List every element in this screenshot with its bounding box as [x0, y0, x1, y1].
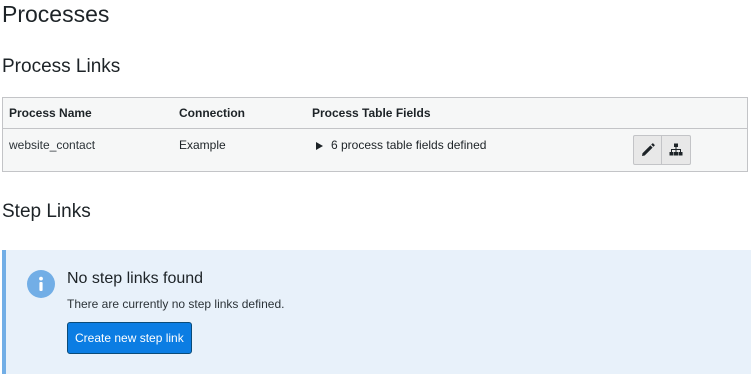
page-title: Processes — [2, 1, 110, 27]
process-links-table: Process Name Connection Process Table Fi… — [2, 97, 748, 172]
notice-title: No step links found — [67, 270, 204, 287]
empty-step-links-notice: No step links found There are currently … — [2, 250, 751, 374]
sitemap-icon — [669, 143, 683, 156]
column-header-process-table-fields: Process Table Fields — [312, 106, 431, 120]
row-actions — [633, 135, 691, 165]
page: Processes Process Links Process Name Con… — [0, 0, 753, 377]
table-header: Process Name Connection Process Table Fi… — [3, 98, 747, 129]
process-table-fields-toggle[interactable]: 6 process table fields defined — [316, 138, 486, 152]
disclosure-triangle-icon — [316, 142, 323, 150]
table-row: website_contact Example 6 process table … — [3, 129, 747, 171]
column-header-process-name: Process Name — [9, 106, 92, 120]
step-links-heading: Step Links — [2, 201, 91, 222]
info-icon — [27, 270, 55, 298]
create-step-link-button[interactable]: Create new step link — [67, 322, 192, 354]
notice-text: There are currently no step links define… — [67, 297, 285, 311]
edit-button[interactable] — [633, 135, 662, 165]
process-name-cell: website_contact — [9, 138, 96, 152]
process-table-fields-summary: 6 process table fields defined — [331, 138, 487, 152]
pencil-icon — [641, 143, 655, 156]
process-links-heading: Process Links — [2, 56, 121, 77]
connection-cell: Example — [179, 138, 226, 152]
column-header-connection: Connection — [179, 106, 245, 120]
structure-button[interactable] — [662, 135, 691, 165]
